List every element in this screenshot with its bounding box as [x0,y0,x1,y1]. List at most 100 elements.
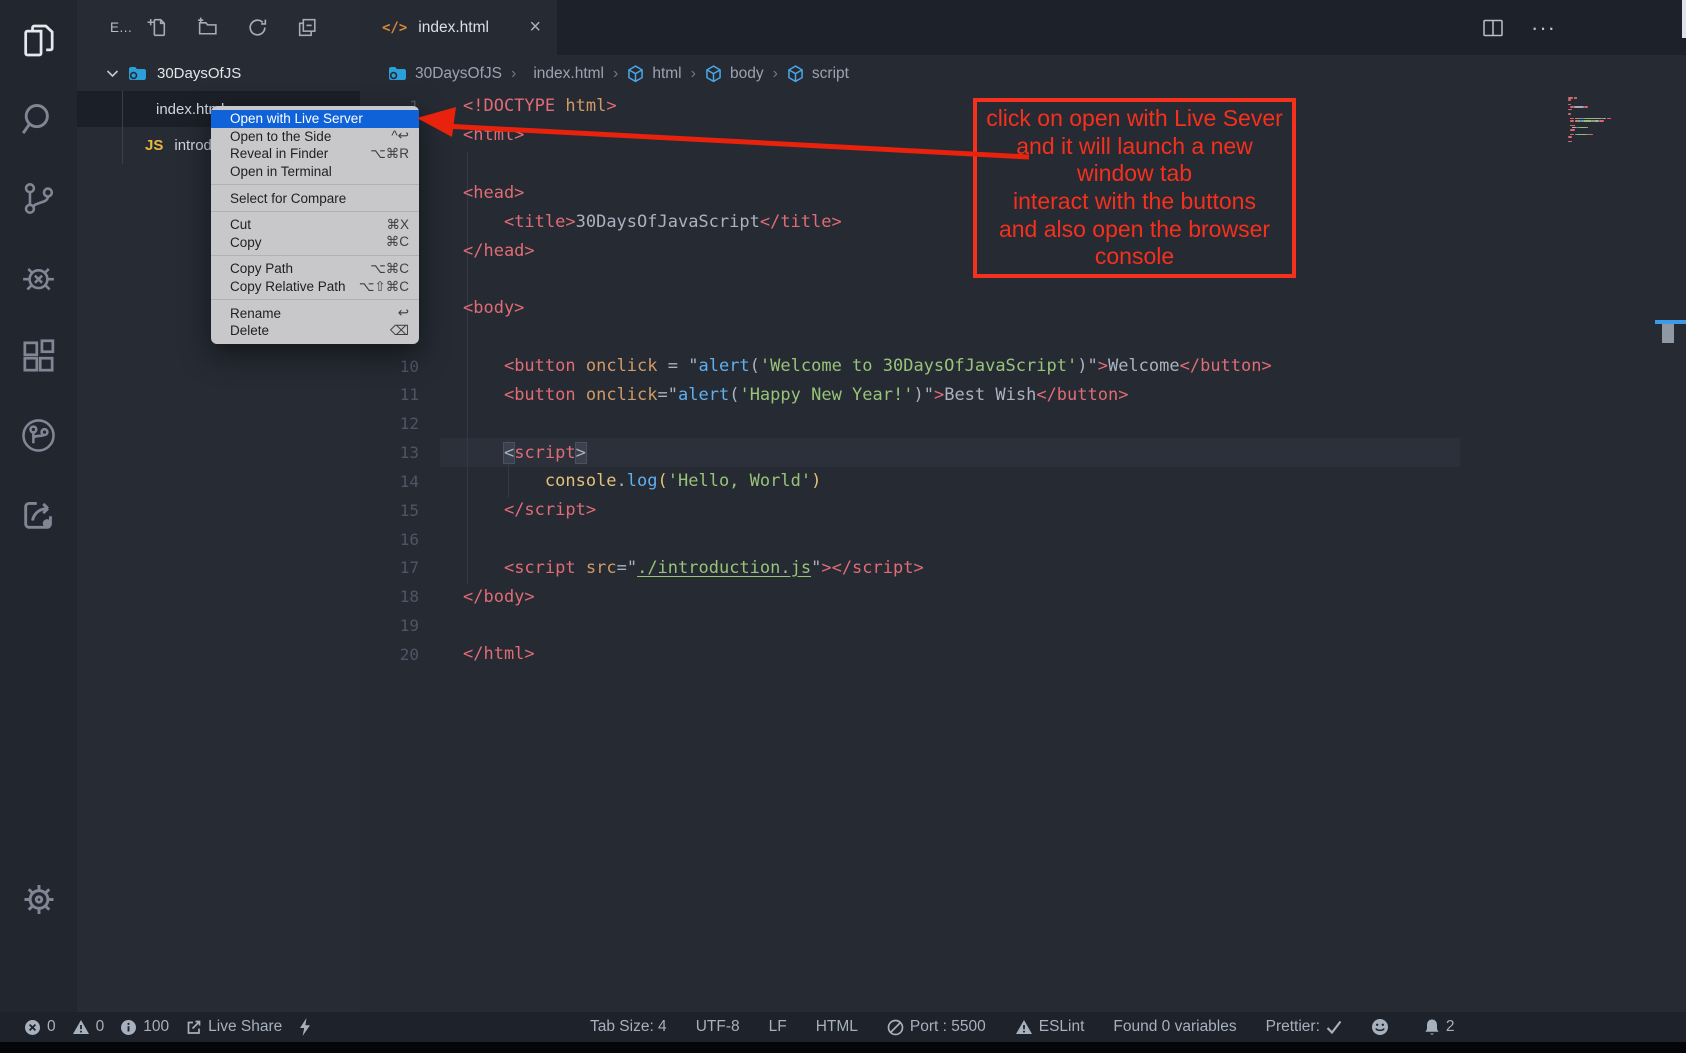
menu-item-label: Copy Path [230,261,293,276]
menu-item-label: Select for Compare [230,191,346,206]
menu-item-label: Open in Terminal [230,164,332,179]
breadcrumb: 30DaysOfJS›index.html›html›body›script [360,55,1686,92]
minimap[interactable] [1568,97,1660,147]
code-line-text: <html> [440,125,524,145]
status-tab-size-4[interactable]: Tab Size: 4 [590,1018,667,1036]
menu-item-rename[interactable]: Rename↩ [211,304,419,322]
collapse-all-icon[interactable] [296,16,319,39]
breadcrumb-separator: › [511,65,516,83]
search-icon[interactable] [18,99,59,140]
menu-item-label: Reveal in Finder [230,146,328,161]
breadcrumb-item-body[interactable]: body [705,65,764,83]
code-line-text: <body> [440,298,524,318]
line-number: 15 [360,501,440,520]
menu-item-label: Open with Live Server [230,111,363,126]
menu-item-open-in-terminal[interactable]: Open in Terminal [211,163,419,181]
html-file-icon: </> [382,20,407,36]
status-port-5500[interactable]: Port : 5500 [887,1018,986,1036]
code-line-19[interactable]: 19 [360,611,1686,640]
code-line-20[interactable]: 20</html> [360,640,1686,669]
menu-item-label: Cut [230,217,251,232]
code-line-14[interactable]: 14 console.log('Hello, World') [360,467,1686,496]
code-line-13[interactable]: 13 <script> [360,438,1686,467]
tab-index-html[interactable]: </> index.html × [360,0,557,55]
menu-item-cut[interactable]: Cut⌘X [211,216,419,234]
window-edge [0,1042,1686,1053]
line-number: 16 [360,530,440,549]
code-line-17[interactable]: 17 <script src="./introduction.js"></scr… [360,554,1686,583]
status-label: 100 [143,1018,169,1036]
breadcrumb-label: script [812,65,849,83]
menu-item-shortcut: ^↩ [391,128,409,144]
share-out-icon[interactable] [18,494,59,535]
refresh-icon[interactable] [246,16,269,39]
status-lf[interactable]: LF [769,1018,787,1036]
status-utf-8[interactable]: UTF-8 [696,1018,740,1036]
status-label: Found 0 variables [1113,1018,1236,1036]
extensions-icon[interactable] [18,336,59,377]
status-0[interactable]: 0 [24,1018,56,1036]
scrollbar-thumb[interactable] [1662,324,1674,343]
explorer-icon[interactable] [18,20,59,61]
status-eslint[interactable]: ESLint [1015,1018,1085,1036]
status-live-share[interactable]: Live Share [185,1018,282,1036]
menu-item-copy-path[interactable]: Copy Path⌥⌘C [211,260,419,278]
code-line-18[interactable]: 18</body> [360,582,1686,611]
code-line-text: </html> [440,644,535,664]
code-line-9[interactable]: 9 [360,323,1686,352]
code-line-text: <head> [440,183,524,203]
status-label: ESLint [1039,1018,1085,1036]
new-file-icon[interactable] [146,16,169,39]
breadcrumb-item-30daysofjs[interactable]: 30DaysOfJS [388,65,502,83]
status-found-0-variables[interactable]: Found 0 variables [1113,1018,1236,1036]
breadcrumb-item-script[interactable]: script [787,65,849,83]
scrollbar[interactable] [1682,0,1686,38]
status-prettier[interactable]: Prettier: [1266,1018,1342,1036]
folder-icon [388,66,407,81]
code-line-11[interactable]: 11 <button onclick="alert('Happy New Yea… [360,380,1686,409]
code-line-8[interactable]: 8<body> [360,294,1686,323]
menu-item-reveal-in-finder[interactable]: Reveal in Finder⌥⌘R [211,145,419,163]
breadcrumb-item-html[interactable]: html [627,65,681,83]
status-0[interactable]: 0 [72,1018,105,1036]
line-number: 18 [360,587,440,606]
status-smiley[interactable] [1371,1018,1395,1036]
menu-item-open-with-live-server[interactable]: Open with Live Server [211,110,419,128]
status-label: Prettier: [1266,1018,1320,1036]
settings-gear-icon[interactable] [18,879,59,920]
code-line-12[interactable]: 12 [360,409,1686,438]
code-line-16[interactable]: 16 [360,525,1686,554]
status-label: Live Share [208,1018,282,1036]
new-folder-icon[interactable] [196,16,219,39]
error-icon [24,1019,41,1036]
line-number: 13 [360,443,440,462]
breadcrumb-item-index-html[interactable]: index.html [525,65,604,83]
menu-item-delete[interactable]: Delete⌫ [211,322,419,340]
menu-item-copy-relative-path[interactable]: Copy Relative Path⌥⇧⌘C [211,278,419,296]
menu-item-open-to-the-side[interactable]: Open to the Side^↩ [211,128,419,146]
annotation-text-line: interact with the buttons [977,188,1292,216]
folder-icon [128,66,147,81]
status-100[interactable]: 100 [120,1018,169,1036]
menu-item-copy[interactable]: Copy⌘C [211,234,419,252]
status-2[interactable]: 2 [1424,1018,1455,1036]
circle-branch-icon[interactable] [18,415,59,456]
status-bar: 0 0 100 Live Share Tab Size: 4 UTF-8 LF HTML Po… [0,1012,1686,1042]
tree-item-label: 30DaysOfJS [157,65,241,82]
tree-item-30daysofjs[interactable]: 30DaysOfJS [77,55,360,91]
activity-bar [0,0,77,1012]
code-line-15[interactable]: 15 </script> [360,496,1686,525]
menu-item-select-for-compare[interactable]: Select for Compare [211,189,419,207]
status-lightning[interactable] [298,1017,318,1037]
breadcrumb-separator: › [613,65,618,83]
source-control-icon[interactable] [18,178,59,219]
debug-icon[interactable] [18,257,59,298]
code-line-10[interactable]: 10 <button onclick = "alert('Welcome to … [360,352,1686,381]
split-editor-icon[interactable] [1482,18,1504,38]
context-menu: Open with Live ServerOpen to the Side^↩R… [211,106,419,344]
tab-close-icon[interactable]: × [529,16,541,39]
bell-icon [1424,1018,1440,1036]
tree-indent-guide [122,91,123,164]
status-label: 0 [96,1018,105,1036]
status-html[interactable]: HTML [816,1018,858,1036]
